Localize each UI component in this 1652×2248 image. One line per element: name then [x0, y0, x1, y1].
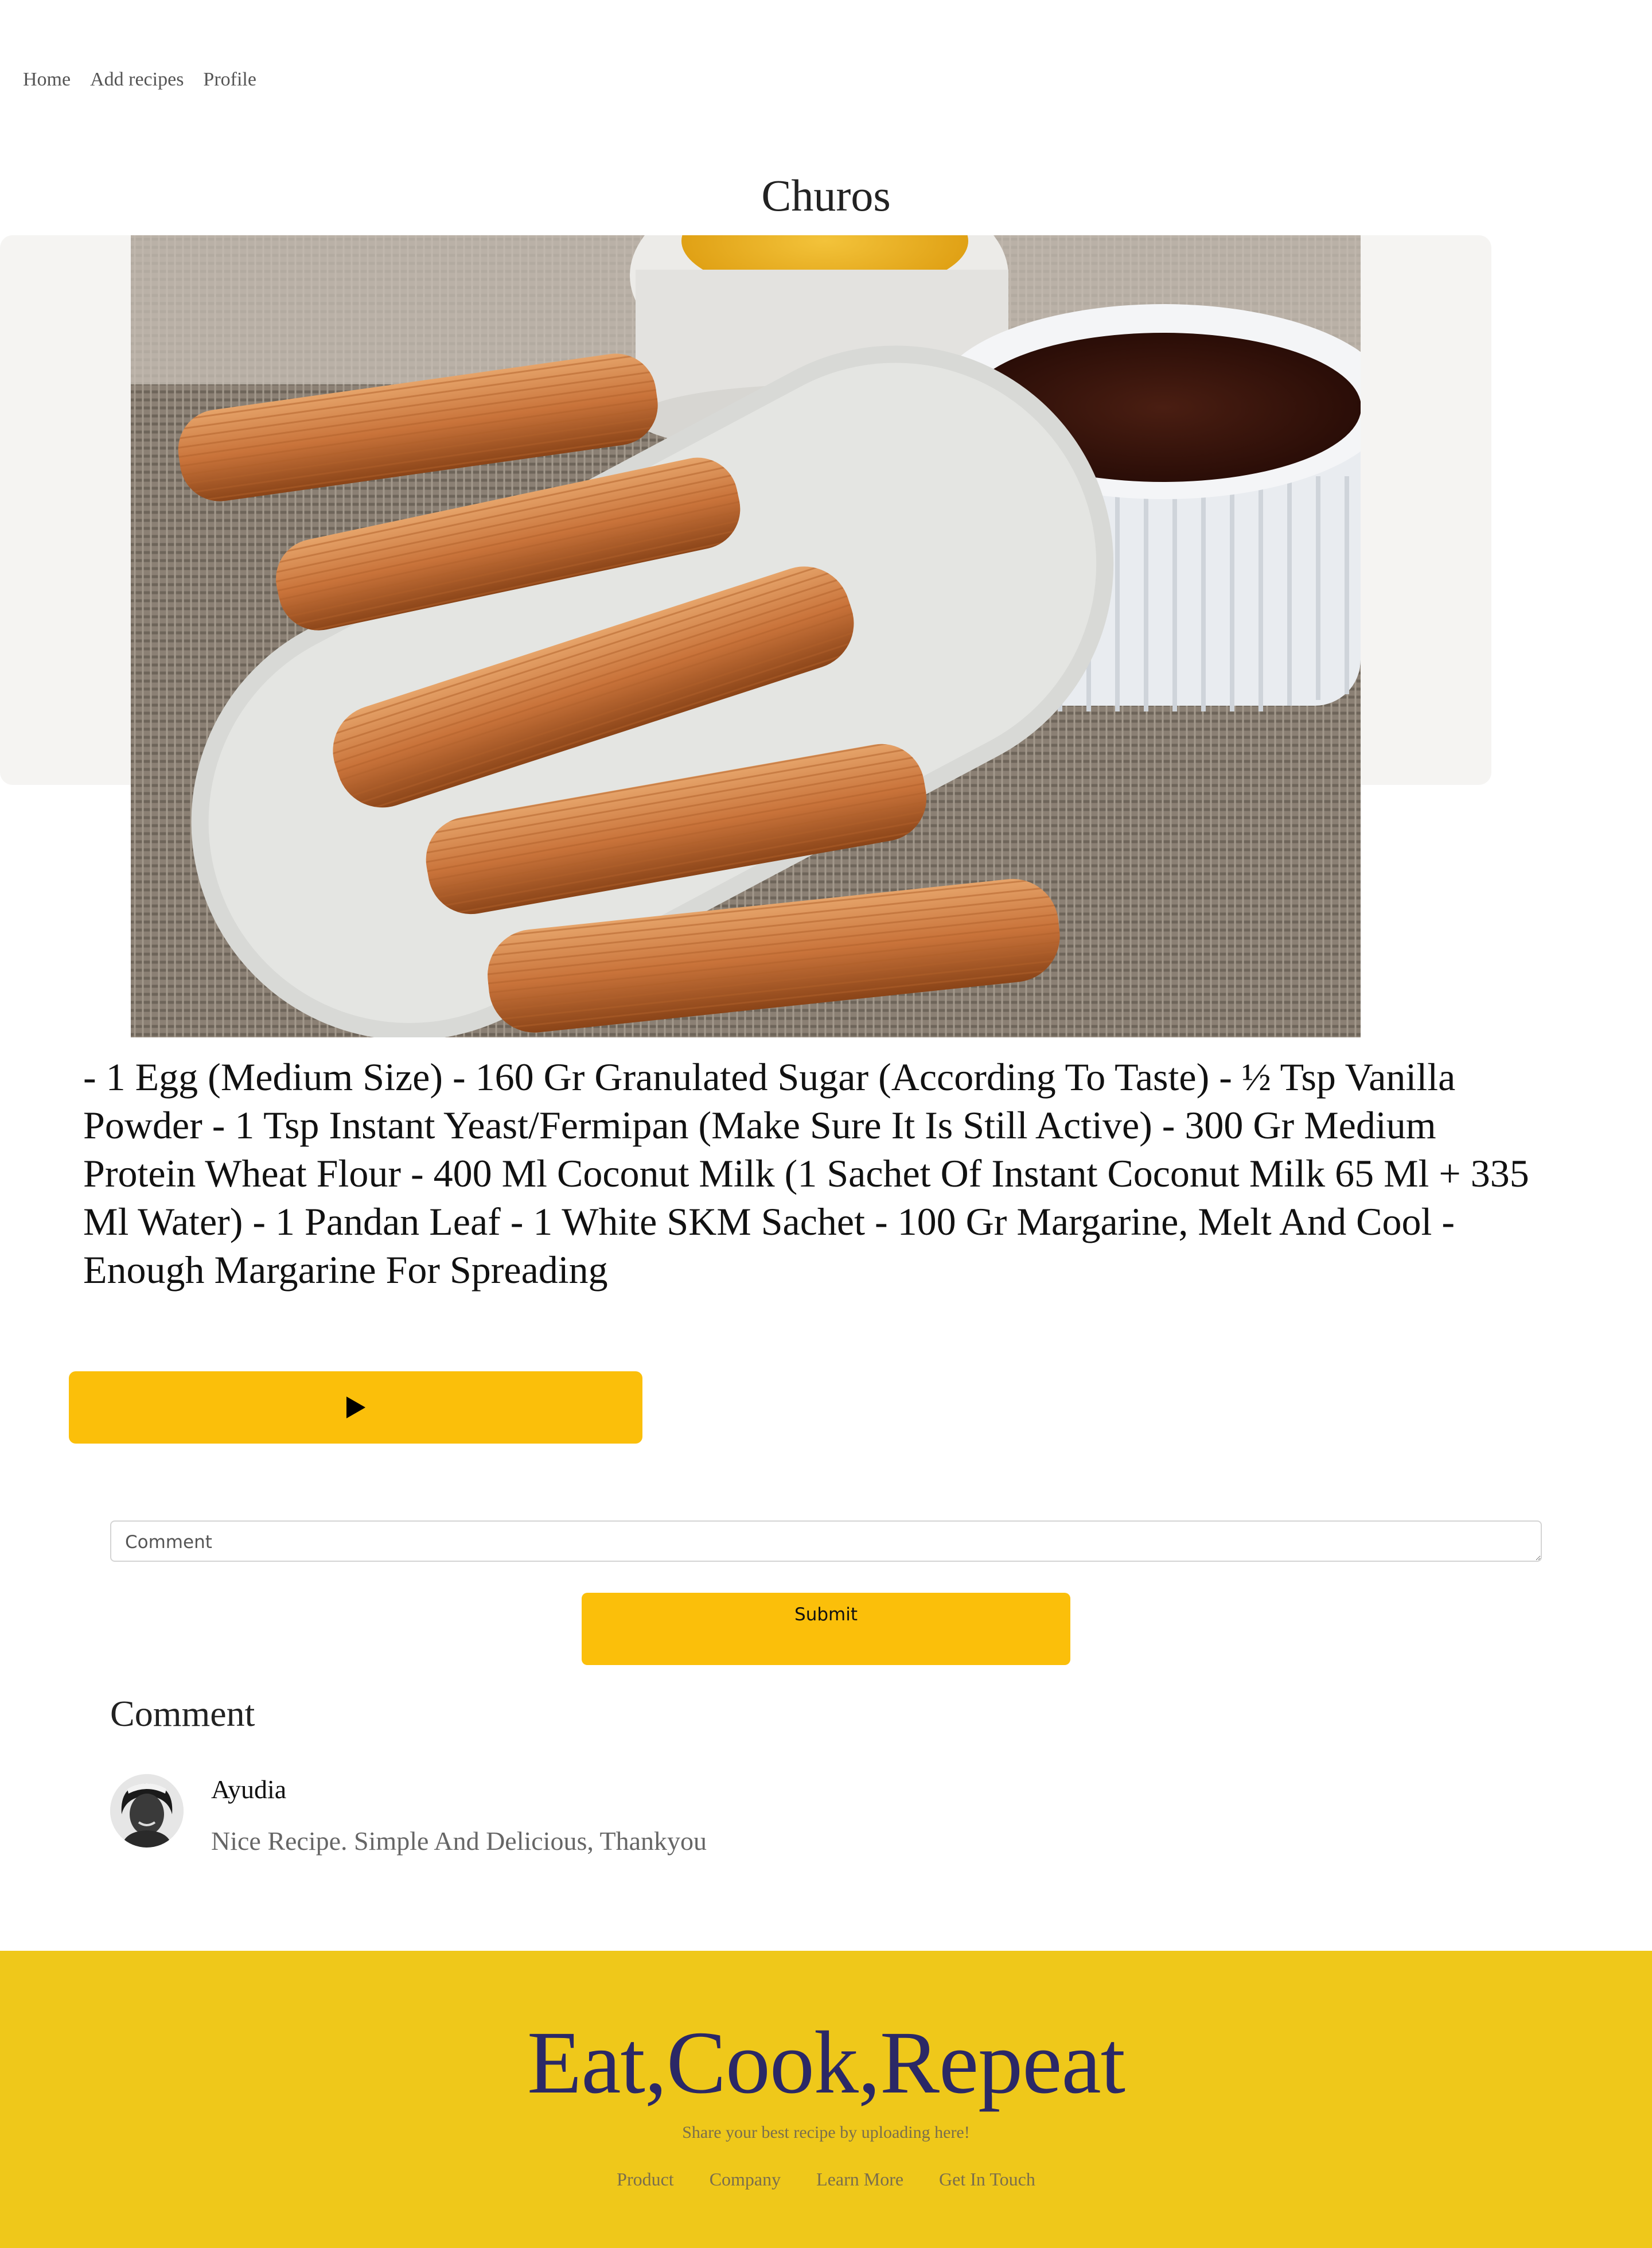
ingredients-text: - 1 Egg (Medium Size) - 160 Gr Granulate…	[83, 1055, 1529, 1292]
footer-brand: Eat,Cook,Repeat	[527, 2013, 1125, 2112]
submit-button[interactable]: Submit	[582, 1593, 1070, 1665]
comment-input[interactable]	[110, 1520, 1542, 1562]
comments-heading: Comment	[110, 1693, 255, 1734]
footer-tagline: Share your best recipe by uploading here…	[682, 2123, 970, 2142]
footer-link-company[interactable]: Company	[710, 2169, 781, 2190]
nav-add-recipes-link[interactable]: Add recipes	[90, 69, 184, 91]
footer-link-learn-more[interactable]: Learn More	[816, 2169, 903, 2190]
nav-profile-link[interactable]: Profile	[203, 69, 256, 91]
footer-link-product[interactable]: Product	[617, 2169, 674, 2190]
recipe-image	[131, 235, 1361, 1037]
churros-photo-icon	[131, 235, 1361, 1037]
recipe-title: Churos	[761, 170, 891, 220]
play-video-button[interactable]	[69, 1371, 642, 1444]
comment-text: Nice Recipe. Simple And Delicious, Thank…	[211, 1826, 707, 1856]
footer-link-get-in-touch[interactable]: Get In Touch	[939, 2169, 1035, 2190]
comment-author: Ayudia	[211, 1775, 287, 1804]
footer-links: Product Company Learn More Get In Touch	[0, 2169, 1652, 2190]
footer: Eat,Cook,Repeat Share your best recipe b…	[0, 1951, 1652, 2248]
nav-home-link[interactable]: Home	[23, 69, 71, 91]
play-icon	[344, 1395, 367, 1420]
comment-item: Ayudia Nice Recipe. Simple And Delicious…	[110, 1771, 1487, 1885]
user-avatar-icon	[110, 1774, 184, 1848]
top-nav: Home Add recipes Profile	[23, 69, 256, 91]
